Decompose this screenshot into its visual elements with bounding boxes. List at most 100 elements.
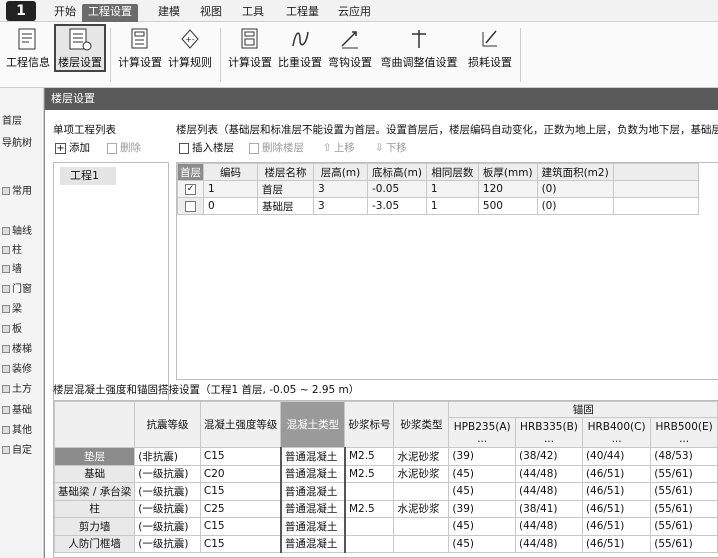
nav-column[interactable]: 柱 [2, 241, 22, 256]
nav-decoration[interactable]: 装修 [2, 360, 32, 375]
cell-floor-name[interactable]: 基础层 [257, 197, 314, 215]
cell-seismic[interactable]: (一级抗震) [134, 499, 201, 518]
cell-bottom-elevation[interactable]: -3.05 [367, 197, 427, 215]
cell-hrb400[interactable]: (46/51) [581, 482, 652, 501]
cell-height[interactable]: 3 [313, 180, 368, 198]
tab-tools[interactable]: 工具 [236, 4, 270, 22]
cell-seismic[interactable]: (一级抗震) [134, 482, 201, 501]
cell-seismic[interactable]: (一级抗震) [134, 517, 201, 536]
cell-hpb235[interactable]: (39) [448, 499, 517, 518]
table-row[interactable]: 人防门框墙 (一级抗震) C15 普通混凝土 (45) (44/48) (46/… [54, 534, 718, 553]
delete-floor-button[interactable]: 删除楼层 [249, 140, 304, 155]
cell-slab-thickness[interactable]: 120 [477, 180, 538, 198]
cell-slab-thickness[interactable]: 500 [477, 197, 538, 215]
tab-modeling[interactable]: 建模 [152, 4, 186, 22]
cell-hrb400[interactable]: (46/51) [581, 517, 652, 536]
first-floor-checkbox-cell[interactable] [177, 197, 204, 215]
cell-hrb400[interactable]: (46/51) [581, 499, 652, 518]
nav-foundation[interactable]: 基础 [2, 401, 32, 416]
cell-hrb500[interactable]: (55/61) [650, 534, 718, 553]
cell-concrete-type[interactable]: 普通混凝土 [279, 517, 346, 536]
loss-settings-button[interactable]: 损耗设置 [466, 26, 514, 70]
cell-building-area[interactable]: (0) [536, 180, 614, 198]
table-row[interactable]: 基础 (一级抗震) C20 普通混凝土 M2.5 水泥砂浆 (45) (44/4… [54, 464, 718, 483]
floor-settings-button[interactable]: 楼层设置 [54, 24, 106, 72]
table-row[interactable]: 基础梁 / 承台梁 (一级抗震) C15 普通混凝土 (45) (44/48) … [54, 482, 718, 501]
tab-project-settings[interactable]: 工程设置 [82, 4, 138, 22]
cell-mortar-type[interactable] [393, 482, 450, 501]
cell-hrb335[interactable]: (44/48) [515, 464, 583, 483]
cell-hrb335[interactable]: (44/48) [515, 482, 583, 501]
cell-mortar-type[interactable]: 水泥砂浆 [393, 464, 450, 483]
cell-same-floors[interactable]: 1 [425, 180, 479, 198]
cell-concrete-type[interactable]: 普通混凝土 [279, 447, 346, 466]
cell-strength[interactable]: C15 [199, 534, 282, 553]
project-info-button[interactable]: 工程信息 [4, 26, 52, 70]
cell-building-area[interactable]: (0) [536, 197, 614, 215]
cell-concrete-type[interactable]: 普通混凝土 [279, 482, 346, 501]
cell-strength[interactable]: C15 [199, 517, 282, 536]
cell-hrb500[interactable]: (55/61) [650, 464, 718, 483]
cell-same-floors[interactable]: 1 [425, 197, 479, 215]
cell-hpb235[interactable]: (45) [448, 482, 517, 501]
hook-settings-button[interactable]: 弯钩设置 [326, 26, 374, 70]
tab-cloud[interactable]: 云应用 [332, 4, 377, 22]
first-floor-checkbox-cell[interactable]: ✓ [177, 180, 204, 198]
cell-seismic[interactable]: (一级抗震) [134, 464, 201, 483]
cell-strength[interactable]: C25 [199, 499, 282, 518]
cell-mortar-grade[interactable] [344, 517, 395, 536]
table-row[interactable]: 剪力墙 (一级抗震) C15 普通混凝土 (45) (44/48) (46/51… [54, 517, 718, 536]
tab-start[interactable]: 开始 [48, 4, 82, 22]
table-row[interactable]: 垫层 (非抗震) C15 普通混凝土 M2.5 水泥砂浆 (39) (38/42… [54, 447, 718, 466]
cell-code[interactable]: 1 [203, 180, 258, 198]
table-row[interactable]: ✓ 1 首层 3 -0.05 1 120 (0) [177, 180, 699, 198]
nav-stairs[interactable]: 楼梯 [2, 340, 32, 355]
cell-mortar-grade[interactable] [344, 534, 395, 553]
cell-seismic[interactable]: (非抗震) [134, 447, 201, 466]
cell-mortar-type[interactable]: 水泥砂浆 [393, 447, 450, 466]
cell-concrete-type[interactable]: 普通混凝土 [279, 499, 346, 518]
checkbox-unchecked-icon[interactable] [185, 200, 196, 212]
add-project-button[interactable]: + 添加 [55, 140, 90, 155]
cell-concrete-type[interactable]: 普通混凝土 [279, 464, 346, 483]
cell-mortar-type[interactable] [393, 517, 450, 536]
nav-other[interactable]: 其他 [2, 421, 32, 436]
nav-slab[interactable]: 板 [2, 320, 22, 335]
tab-quantities[interactable]: 工程量 [280, 4, 325, 22]
cell-seismic[interactable]: (一级抗震) [134, 534, 201, 553]
calc-rules-button[interactable]: +- 计算规则 [166, 26, 214, 70]
cell-mortar-grade[interactable]: M2.5 [344, 499, 395, 518]
nav-beam[interactable]: 梁 [2, 300, 22, 315]
cell-hpb235[interactable]: (45) [448, 534, 517, 553]
cell-mortar-type[interactable] [393, 534, 450, 553]
cell-hrb400[interactable]: (46/51) [581, 534, 652, 553]
move-down-button[interactable]: ⇩ 下移 [375, 140, 407, 155]
table-row[interactable]: 0 基础层 3 -3.05 1 500 (0) [177, 197, 699, 215]
cell-hrb335[interactable]: (38/42) [515, 447, 583, 466]
cell-hpb235[interactable]: (45) [448, 464, 517, 483]
cell-floor-name[interactable]: 首层 [257, 180, 314, 198]
bend-adjust-button[interactable]: 弯曲调整值设置 [374, 26, 464, 70]
checkbox-checked-icon[interactable]: ✓ [185, 183, 196, 195]
cell-bottom-elevation[interactable]: -0.05 [367, 180, 427, 198]
table-row[interactable]: 柱 (一级抗震) C25 普通混凝土 M2.5 水泥砂浆 (39) (38/41… [54, 499, 718, 518]
cell-strength[interactable]: C20 [199, 464, 282, 483]
cell-hrb400[interactable]: (46/51) [581, 464, 652, 483]
cell-code[interactable]: 0 [203, 197, 258, 215]
cell-height[interactable]: 3 [313, 197, 368, 215]
cell-mortar-type[interactable]: 水泥砂浆 [393, 499, 450, 518]
cell-hrb500[interactable]: (55/61) [650, 482, 718, 501]
cell-hrb400[interactable]: (40/44) [581, 447, 652, 466]
nav-tree-tab[interactable]: 导航树 [2, 134, 32, 149]
calc-settings-2-button[interactable]: 计算设置 [226, 26, 274, 70]
nav-door-window[interactable]: 门窗 [2, 280, 32, 295]
tab-view[interactable]: 视图 [194, 4, 228, 22]
insert-floor-button[interactable]: 插入楼层 [179, 140, 234, 155]
cell-mortar-grade[interactable]: M2.5 [344, 447, 395, 466]
floor-selector[interactable]: 首层 [2, 112, 22, 127]
project-list-item[interactable]: 工程1 [60, 167, 116, 185]
cell-hrb335[interactable]: (38/41) [515, 499, 583, 518]
nav-custom[interactable]: 自定 [2, 441, 32, 456]
cell-hpb235[interactable]: (45) [448, 517, 517, 536]
cell-strength[interactable]: C15 [199, 447, 282, 466]
